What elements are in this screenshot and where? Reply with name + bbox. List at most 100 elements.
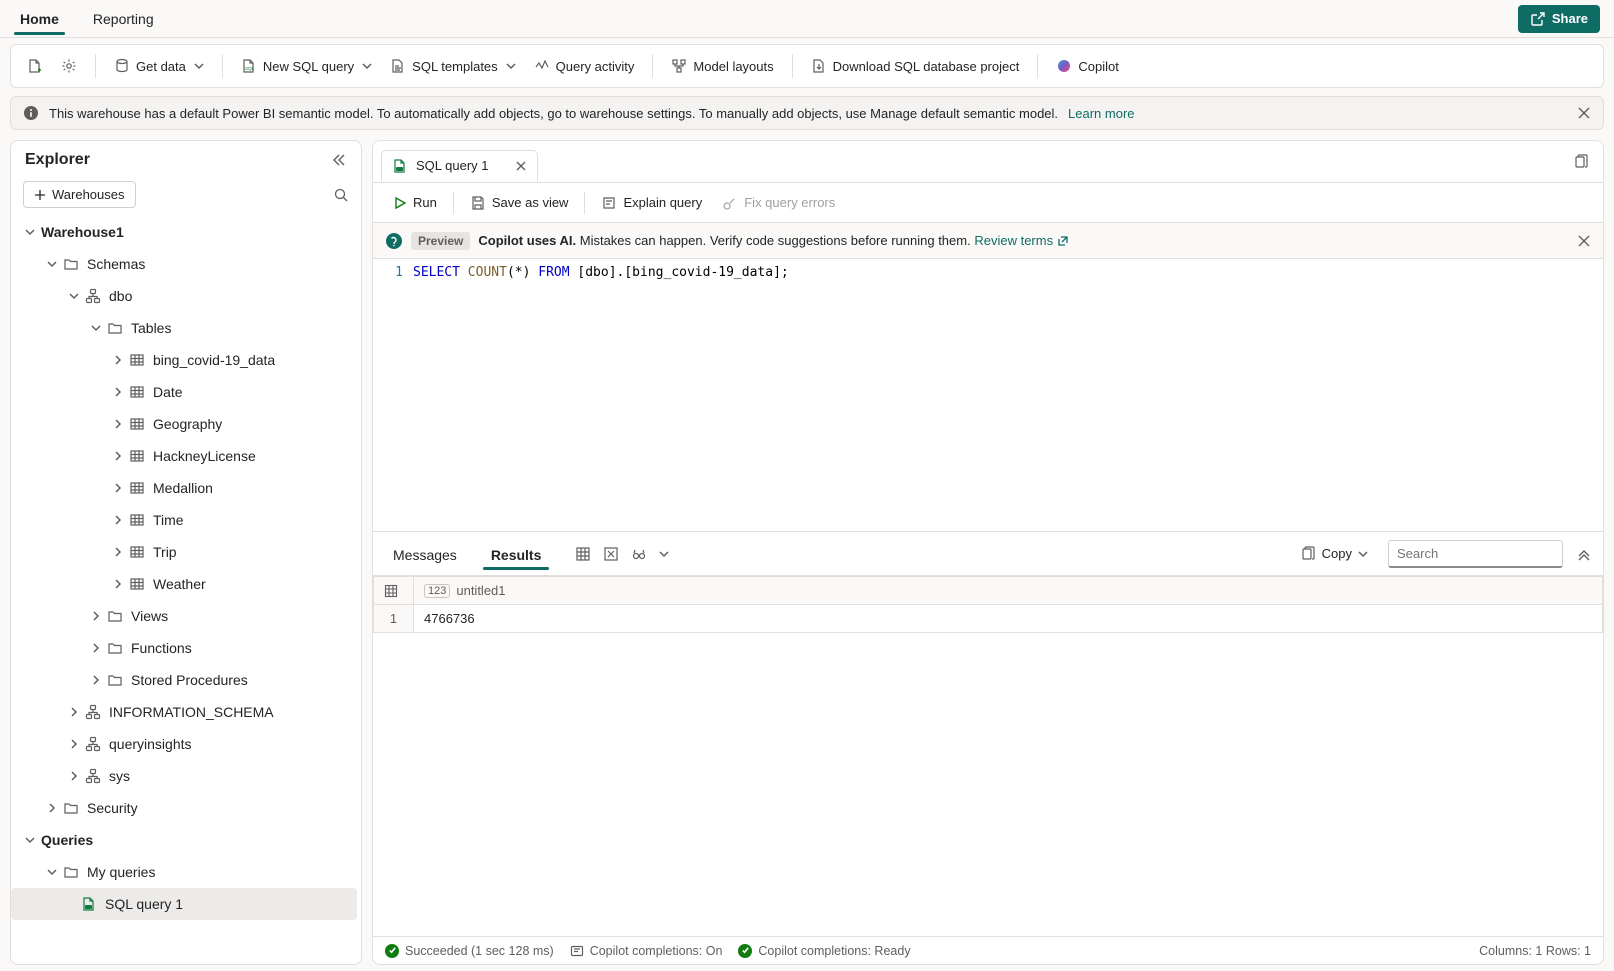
folder-icon [107, 672, 123, 688]
copilot-banner-close[interactable] [1577, 234, 1591, 248]
tree-label: queryinsights [109, 736, 192, 752]
review-terms-link[interactable]: Review terms [974, 233, 1069, 248]
close-icon [515, 160, 527, 172]
tree-node-my-queries[interactable]: My queries [11, 856, 357, 888]
tab-messages[interactable]: Messages [385, 539, 465, 569]
tree-node-dbo[interactable]: dbo [11, 280, 357, 312]
editor-tab-sql-query-1[interactable]: SQL query 1 [381, 150, 538, 182]
table-row[interactable]: 1 4766736 [374, 605, 1603, 633]
editor-tab-close[interactable] [515, 160, 527, 172]
collapse-explorer-button[interactable] [331, 152, 347, 168]
tree-label: INFORMATION_SCHEMA [109, 704, 274, 720]
results-search-input[interactable] [1388, 540, 1563, 568]
tab-home[interactable]: Home [14, 3, 65, 34]
info-banner-text: This warehouse has a default Power BI se… [49, 106, 1058, 121]
model-icon [671, 58, 687, 74]
editor-tabs: SQL query 1 [373, 141, 1603, 183]
success-icon [385, 944, 399, 958]
tree-node-functions[interactable]: Functions [11, 632, 357, 664]
query-activity-button[interactable]: Query activity [526, 52, 643, 80]
editor-tab-label: SQL query 1 [416, 158, 489, 173]
tree-label: Time [153, 512, 184, 528]
new-sql-query-button[interactable]: SQL New SQL query [233, 52, 380, 80]
explorer-tree: Warehouse1 Schemas dbo Tables [11, 216, 357, 920]
tree-label: Weather [153, 576, 206, 592]
copy-button[interactable]: Copy [1290, 541, 1374, 567]
tree-node-table[interactable]: Medallion [11, 472, 357, 504]
share-button[interactable]: Share [1518, 5, 1600, 33]
folder-icon [107, 640, 123, 656]
add-warehouses-button[interactable]: Warehouses [23, 181, 136, 208]
copy-window-button[interactable] [1573, 154, 1589, 170]
chevron-right-icon [113, 355, 123, 365]
tree-node-table[interactable]: HackneyLicense [11, 440, 357, 472]
sql-editor[interactable]: 1 SELECT COUNT(*) FROM [dbo].[bing_covid… [373, 259, 1603, 531]
tree-node-table[interactable]: Geography [11, 408, 357, 440]
run-button[interactable]: Run [383, 190, 447, 215]
tree-node-sprocs[interactable]: Stored Procedures [11, 664, 357, 696]
tree-node-schemas[interactable]: Schemas [11, 248, 357, 280]
tree-label: sys [109, 768, 130, 784]
copilot-banner-bold: Copilot uses AI. [478, 233, 576, 248]
tab-results[interactable]: Results [483, 539, 550, 569]
results-expand-button[interactable] [1577, 547, 1591, 561]
tree-node-queries[interactable]: Queries [11, 824, 357, 856]
fix-query-errors-label: Fix query errors [744, 195, 835, 210]
editor-code[interactable]: SELECT COUNT(*) FROM [dbo].[bing_covid-1… [413, 259, 1603, 531]
results-view-excel-button[interactable] [603, 546, 619, 562]
get-data-button[interactable]: Get data [106, 52, 212, 80]
explain-query-button[interactable]: Explain query [591, 190, 712, 216]
info-banner-close[interactable] [1577, 106, 1591, 120]
download-project-label: Download SQL database project [833, 59, 1020, 74]
schema-icon [85, 288, 101, 304]
tree-node-security[interactable]: Security [11, 792, 357, 824]
tree-node-views[interactable]: Views [11, 600, 357, 632]
tree-node-warehouse[interactable]: Warehouse1 [11, 216, 357, 248]
download-project-button[interactable]: Download SQL database project [803, 52, 1028, 80]
tree-node-info-schema[interactable]: INFORMATION_SCHEMA [11, 696, 357, 728]
chevron-right-icon [47, 803, 57, 813]
chevron-right-icon [91, 611, 101, 621]
status-cols-rows: Columns: 1 Rows: 1 [1479, 944, 1591, 958]
chevron-right-icon [69, 739, 79, 749]
tree-node-table[interactable]: Date [11, 376, 357, 408]
tree-node-table[interactable]: Weather [11, 568, 357, 600]
chevron-down-icon [506, 61, 516, 71]
status-bar: Succeeded (1 sec 128 ms) Copilot complet… [373, 936, 1603, 964]
tree-node-sys[interactable]: sys [11, 760, 357, 792]
status-copilot-on: Copilot completions: On [590, 944, 723, 958]
results-table: 123 untitled1 1 4766736 [373, 576, 1603, 633]
tree-node-table[interactable]: Trip [11, 536, 357, 568]
settings-button[interactable] [53, 52, 85, 80]
sql-templates-button[interactable]: SQL templates [382, 52, 524, 80]
tree-label: Tables [131, 320, 171, 336]
save-as-view-button[interactable]: Save as view [460, 190, 579, 216]
tree-label: Queries [41, 832, 93, 848]
close-icon [1577, 234, 1591, 248]
chevron-right-icon [69, 707, 79, 717]
tree-node-tables[interactable]: Tables [11, 312, 357, 344]
folder-icon [63, 864, 79, 880]
save-as-view-label: Save as view [492, 195, 569, 210]
sql-file-icon [81, 896, 97, 912]
model-layouts-button[interactable]: Model layouts [663, 52, 781, 80]
tree-node-sql-query-1[interactable]: SQL query 1 [11, 888, 357, 920]
info-learn-more-link[interactable]: Learn more [1068, 106, 1134, 121]
info-icon [23, 105, 39, 121]
tree-node-queryinsights[interactable]: queryinsights [11, 728, 357, 760]
tree-node-table[interactable]: bing_covid-19_data [11, 344, 357, 376]
glasses-icon [631, 546, 647, 562]
code-token: [bing_covid-19_data] [624, 265, 781, 280]
tab-reporting[interactable]: Reporting [87, 3, 160, 34]
info-banner: This warehouse has a default Power BI se… [10, 96, 1604, 130]
new-item-button[interactable] [19, 52, 51, 80]
results-view-more-button[interactable] [659, 549, 669, 559]
search-explorer-button[interactable] [333, 187, 349, 203]
tree-label: Geography [153, 416, 222, 432]
results-view-chart-button[interactable] [631, 546, 647, 562]
tree-node-table[interactable]: Time [11, 504, 357, 536]
results-view-grid-button[interactable] [575, 546, 591, 562]
results-column-header[interactable]: 123 untitled1 [414, 577, 1603, 605]
tree-label: Security [87, 800, 138, 816]
copilot-button[interactable]: Copilot [1048, 52, 1126, 80]
